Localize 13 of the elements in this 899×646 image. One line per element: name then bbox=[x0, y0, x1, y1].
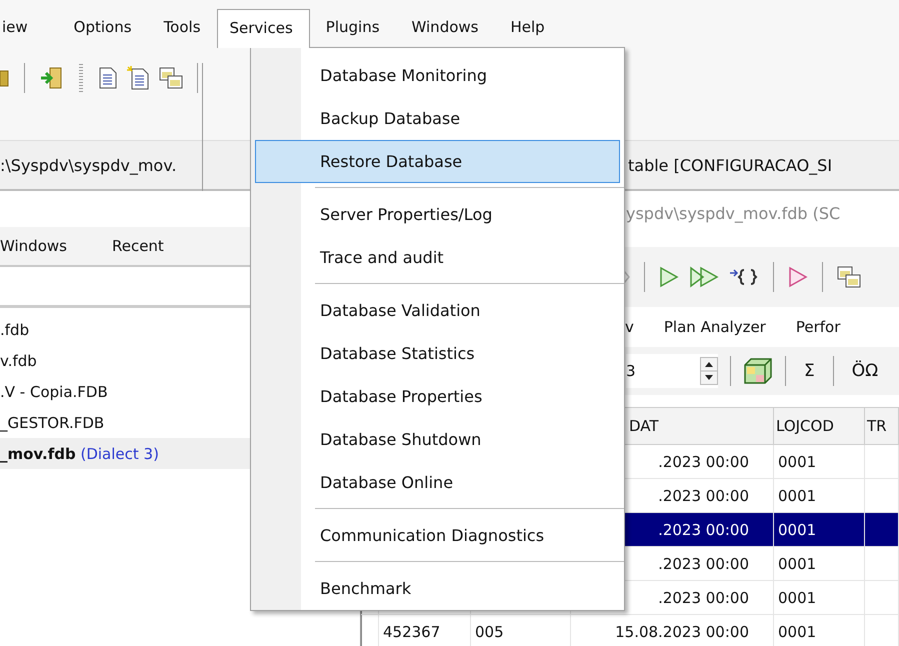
table-cell: 0001 bbox=[774, 445, 865, 478]
spin-value: 3 bbox=[626, 362, 636, 380]
table-cell: 15.08.2023 00:00 bbox=[571, 615, 774, 646]
table-cell: 0001 bbox=[774, 479, 865, 512]
table-cell: 005 bbox=[471, 615, 571, 646]
table-cell: 0001 bbox=[774, 547, 865, 580]
table-cell: 0001 bbox=[774, 615, 865, 646]
database-path: :\Syspdv\syspdv_mov. bbox=[0, 156, 177, 174]
table-cell: 452367 bbox=[379, 615, 471, 646]
editor-title: yspdv\syspdv_mov.fdb (SC bbox=[626, 204, 840, 222]
table-cell: 0001 bbox=[774, 513, 865, 546]
table-cell: 0001 bbox=[774, 581, 865, 614]
table-window-title: table [CONFIGURACAO_SI bbox=[628, 156, 832, 174]
